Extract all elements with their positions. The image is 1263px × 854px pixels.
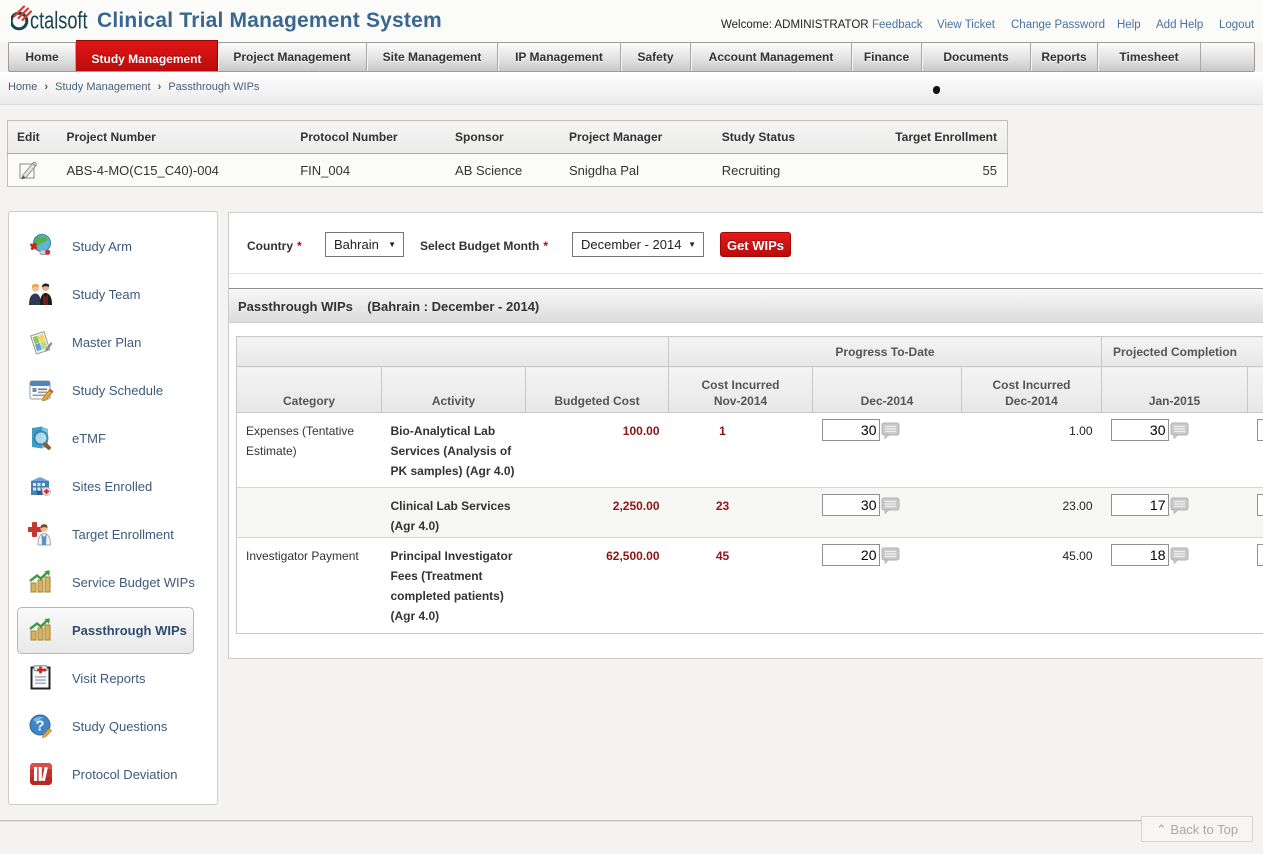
svg-text:?: ? [35, 718, 44, 735]
